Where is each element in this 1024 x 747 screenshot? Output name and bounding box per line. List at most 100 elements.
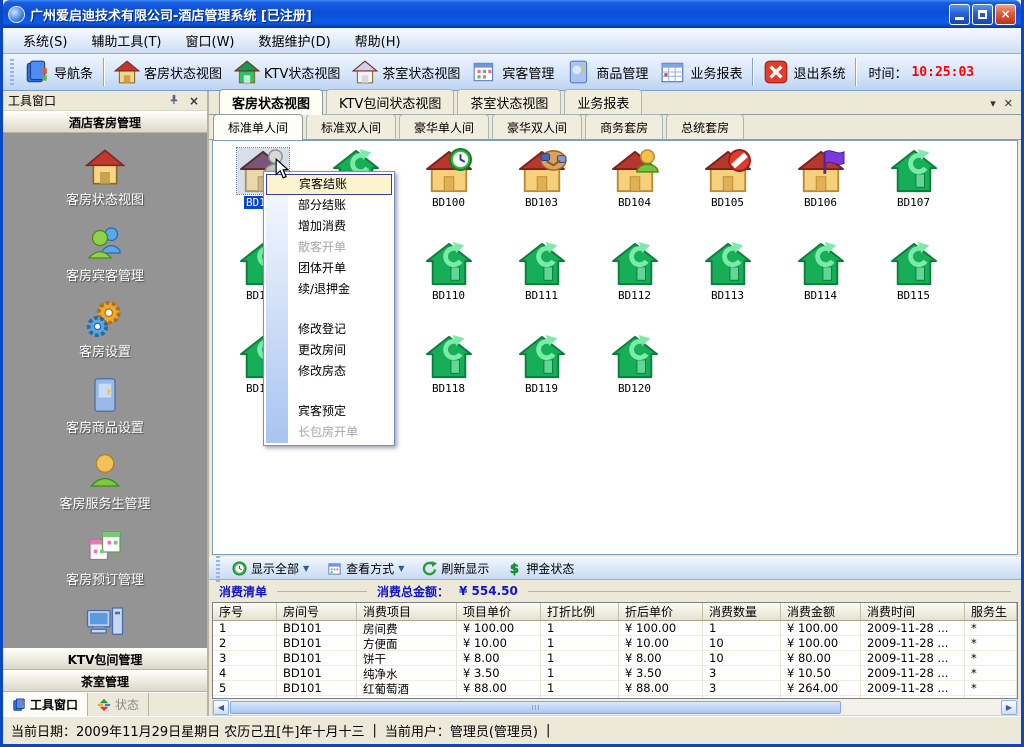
sidebar-group-hotel-rooms[interactable]: 酒店客房管理 (3, 111, 207, 133)
context-menu-item[interactable]: 修改房态 (266, 361, 392, 382)
menu-item[interactable]: 帮助(H) (343, 28, 413, 53)
close-panel-icon[interactable]: × (186, 94, 202, 108)
menu-item[interactable]: 数据维护(D) (247, 28, 343, 53)
sidebar-nav-item[interactable]: 客房宾客管理 (66, 223, 144, 284)
sidebar-nav-item[interactable]: 客房设置 (79, 299, 131, 360)
minimize-button[interactable] (949, 4, 970, 25)
toolbar-button[interactable]: 业务报表 (654, 57, 748, 87)
room-cell[interactable]: BD111 (495, 238, 588, 331)
table-row[interactable]: 2 BD101 方便面 ¥ 10.00 1 ¥ 10.00 10 ¥ 100.0… (213, 636, 1017, 651)
context-menu-item[interactable]: 部分结账 (266, 195, 392, 216)
table-row[interactable]: 1 BD101 房间费 ¥ 100.00 1 ¥ 100.00 1 ¥ 100.… (213, 621, 1017, 636)
table-header-cell[interactable]: 房间号 (277, 603, 357, 620)
room-type-tab[interactable]: 标准双人间 (306, 114, 396, 139)
room-cell[interactable]: BD100 (402, 145, 495, 238)
toolbar-button[interactable]: 客房状态视图 (108, 57, 228, 87)
toolbar-gripper[interactable] (10, 59, 14, 85)
sidebar-nav-item[interactable]: 客房其他款项登记 (53, 603, 157, 648)
view-tab[interactable]: KTV包间状态视图 (326, 89, 454, 114)
cell-room: BD101 (277, 621, 357, 636)
table-row[interactable]: 3 BD101 饼干 ¥ 8.00 1 ¥ 8.00 10 ¥ 80.00 20… (213, 651, 1017, 666)
context-menu-item[interactable]: 宾客预定 (266, 401, 392, 422)
panel-toolbar-button[interactable]: $ 押金状态 ▼ (501, 559, 580, 578)
scroll-right-icon[interactable]: ▶ (1001, 700, 1017, 715)
table-header-cell[interactable]: 消费时间 (861, 603, 965, 620)
room-cell[interactable]: BD103 (495, 145, 588, 238)
sidebar-nav-item[interactable]: 客房商品设置 (66, 375, 144, 436)
room-cell[interactable]: BD114 (774, 238, 867, 331)
table-header-cell[interactable]: 消费金额 (781, 603, 861, 620)
room-label: BD114 (802, 289, 839, 302)
context-menu-item[interactable]: 续/退押金 (266, 279, 392, 300)
room-cell[interactable]: BD118 (402, 331, 495, 424)
panel-toolbar-button[interactable]: 显示全部 ▼ (226, 559, 315, 578)
total-amount-value: ¥ 554.50 (459, 584, 518, 598)
context-menu-item[interactable]: 修改登记 (266, 319, 392, 340)
toolbar-button[interactable]: KTV状态视图 (228, 57, 346, 87)
view-tab[interactable]: 茶室状态视图 (457, 89, 561, 114)
cell-discount: 1 (541, 651, 619, 666)
toolbar-button[interactable]: 茶室状态视图 (346, 57, 466, 87)
context-menu-item[interactable]: 散客开单 (266, 237, 392, 258)
tab-dropdown-icon[interactable]: ▾ (990, 97, 996, 110)
sidebar-nav-item[interactable]: 客房预订管理 (66, 527, 144, 588)
table-header-cell[interactable]: 消费项目 (357, 603, 457, 620)
context-menu-item[interactable]: 增加消费 (266, 216, 392, 237)
table-header-cell[interactable]: 序号 (213, 603, 277, 620)
footer-tab-tools[interactable]: 工具窗口 (3, 693, 88, 716)
pin-icon[interactable] (165, 94, 182, 108)
consumption-table: 序号房间号消费项目项目单价打折比例折后单价消费数量消费金额消费时间服务生 1 B… (212, 602, 1018, 699)
tab-close-icon[interactable]: ✕ (1004, 97, 1013, 110)
room-type-tab[interactable]: 豪华单人间 (399, 114, 489, 139)
room-type-tab[interactable]: 豪华双人间 (492, 114, 582, 139)
room-cell[interactable]: BD105 (681, 145, 774, 238)
room-cell[interactable]: BD120 (588, 331, 681, 424)
footer-tab-status[interactable]: 状态 (88, 693, 149, 716)
room-type-tab[interactable]: 标准单人间 (213, 114, 303, 140)
toolbar-button[interactable]: 导航条 (18, 57, 99, 87)
room-cell[interactable]: BD112 (588, 238, 681, 331)
table-header-cell[interactable]: 消费数量 (703, 603, 781, 620)
context-menu-item[interactable]: 更改房间 (266, 340, 392, 361)
context-menu-item[interactable]: 长包房开单 (266, 422, 392, 443)
toolbar-button[interactable]: 退出系统 (757, 57, 851, 87)
room-cell[interactable]: BD106 (774, 145, 867, 238)
context-menu-item[interactable]: 团体开单 (266, 258, 392, 279)
room-type-tab[interactable]: 商务套房 (585, 114, 663, 139)
cell-time: 2009-11-28 ... (861, 651, 965, 666)
scrollbar-thumb[interactable] (230, 701, 841, 714)
table-header-cell[interactable]: 打折比例 (541, 603, 619, 620)
menu-item[interactable]: 系统(S) (11, 28, 79, 53)
close-button[interactable]: × (995, 4, 1016, 25)
sidebar-nav-item[interactable]: 客房状态视图 (66, 147, 144, 208)
room-cell[interactable]: BD104 (588, 145, 681, 238)
toolbar-separator (855, 58, 856, 86)
room-cell[interactable]: BD115 (867, 238, 960, 331)
table-header-cell[interactable]: 项目单价 (457, 603, 541, 620)
room-cell[interactable]: BD119 (495, 331, 588, 424)
room-type-tab[interactable]: 总统套房 (666, 114, 744, 139)
view-tab[interactable]: 客房状态视图 (219, 89, 323, 115)
menu-item[interactable]: 辅助工具(T) (79, 28, 173, 53)
maximize-button[interactable] (972, 4, 993, 25)
table-row[interactable]: 5 BD101 红葡萄酒 ¥ 88.00 1 ¥ 88.00 3 ¥ 264.0… (213, 681, 1017, 696)
toolbar-button[interactable]: 宾客管理 (466, 57, 560, 87)
sidebar-nav-item[interactable]: 客房服务生管理 (59, 451, 150, 512)
room-cell[interactable]: BD113 (681, 238, 774, 331)
table-row[interactable]: 4 BD101 纯净水 ¥ 3.50 1 ¥ 3.50 3 ¥ 10.50 20… (213, 666, 1017, 681)
sidebar-group-tea[interactable]: 茶室管理 (3, 670, 207, 692)
panel-toolbar-button[interactable]: 刷新显示 ▼ (416, 559, 495, 578)
status-date: 当前日期：2009年11月29日星期日 农历己丑[牛]年十月十三 (11, 721, 364, 740)
table-header-cell[interactable]: 折后单价 (619, 603, 703, 620)
sidebar-group-ktv[interactable]: KTV包间管理 (3, 648, 207, 670)
room-cell[interactable]: BD107 (867, 145, 960, 238)
table-header-cell[interactable]: 服务生 (965, 603, 1017, 620)
scroll-left-icon[interactable]: ◀ (213, 700, 229, 715)
sidebar-nav-icon (85, 299, 125, 339)
panel-toolbar-gripper[interactable] (216, 556, 220, 582)
toolbar-button[interactable]: 商品管理 (560, 57, 654, 87)
menu-item[interactable]: 窗口(W) (174, 28, 247, 53)
room-cell[interactable]: BD110 (402, 238, 495, 331)
view-tab[interactable]: 业务报表 (564, 89, 642, 114)
panel-toolbar-button[interactable]: 查看方式 ▼ (321, 559, 410, 578)
